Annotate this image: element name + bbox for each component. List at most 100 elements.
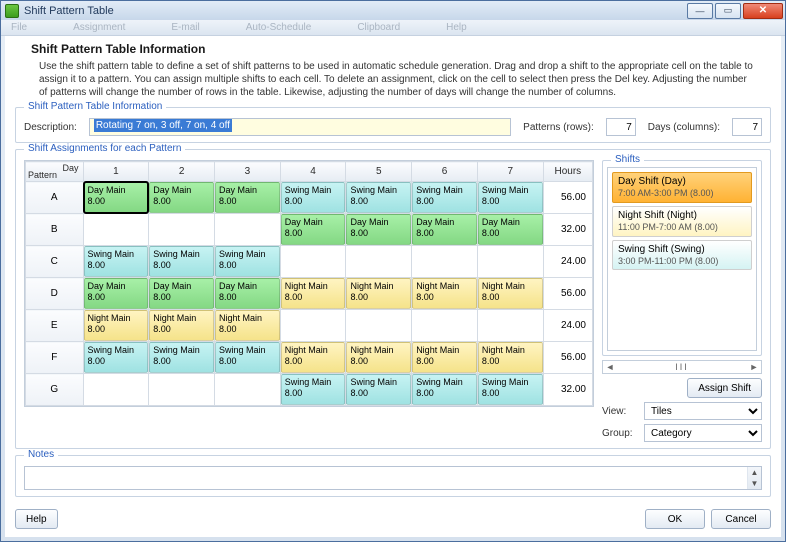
grid-cell[interactable]: Swing Main8.00 xyxy=(412,182,478,214)
shift-item-swing[interactable]: Swing Shift (Swing)3:00 PM-11:00 PM (8.0… xyxy=(612,240,752,271)
shift-block-night[interactable]: Night Main8.00 xyxy=(346,342,411,373)
grid-cell[interactable]: Night Main8.00 xyxy=(346,278,412,310)
grid-cell[interactable]: Swing Main8.00 xyxy=(412,374,478,406)
maximize-button[interactable]: ▭ xyxy=(715,3,741,19)
grid-cell[interactable] xyxy=(477,310,543,342)
scroll-right-icon[interactable]: ► xyxy=(747,362,761,372)
grid-cell[interactable] xyxy=(412,246,478,278)
row-header[interactable]: C xyxy=(26,246,84,278)
shift-block-day[interactable]: Day Main8.00 xyxy=(281,214,346,245)
grid-cell[interactable] xyxy=(149,214,215,246)
grid-cell[interactable]: Day Main8.00 xyxy=(149,182,215,214)
cancel-button[interactable]: Cancel xyxy=(711,509,771,529)
view-select[interactable]: Tiles xyxy=(644,402,762,420)
help-button[interactable]: Help xyxy=(15,509,58,529)
scroll-up-icon[interactable]: ▲ xyxy=(751,468,759,477)
grid-cell[interactable]: Swing Main8.00 xyxy=(346,374,412,406)
pattern-grid[interactable]: DayPattern1234567HoursADay Main8.00Day M… xyxy=(24,160,594,407)
shift-block-day[interactable]: Day Main8.00 xyxy=(478,214,543,245)
grid-cell[interactable]: Swing Main8.00 xyxy=(149,246,215,278)
grid-cell[interactable]: Day Main8.00 xyxy=(83,182,149,214)
shift-block-night[interactable]: Night Main8.00 xyxy=(478,342,543,373)
grid-cell[interactable] xyxy=(280,310,346,342)
shift-block-day[interactable]: Day Main8.00 xyxy=(84,182,149,213)
grid-cell[interactable] xyxy=(83,214,149,246)
col-header[interactable]: 4 xyxy=(280,162,346,182)
notes-textarea[interactable]: ▲▼ xyxy=(24,466,762,490)
shift-block-night[interactable]: Night Main8.00 xyxy=(346,278,411,309)
grid-cell[interactable]: Day Main8.00 xyxy=(214,182,280,214)
grid-cell[interactable] xyxy=(83,374,149,406)
description-input[interactable]: Rotating 7 on, 3 off, 7 on, 4 off xyxy=(89,118,511,136)
shift-block-swing[interactable]: Swing Main8.00 xyxy=(412,182,477,213)
shift-block-swing[interactable]: Swing Main8.00 xyxy=(412,374,477,405)
grid-cell[interactable]: Night Main8.00 xyxy=(477,278,543,310)
minimize-button[interactable]: — xyxy=(687,3,713,19)
row-header[interactable]: E xyxy=(26,310,84,342)
grid-cell[interactable] xyxy=(214,214,280,246)
row-header[interactable]: G xyxy=(26,374,84,406)
grid-cell[interactable]: Swing Main8.00 xyxy=(346,182,412,214)
grid-cell[interactable]: Night Main8.00 xyxy=(83,310,149,342)
grid-cell[interactable]: Swing Main8.00 xyxy=(214,246,280,278)
grid-cell[interactable] xyxy=(280,246,346,278)
days-input[interactable] xyxy=(732,118,762,136)
titlebar[interactable]: Shift Pattern Table — ▭ ✕ xyxy=(1,1,785,20)
col-header[interactable]: 7 xyxy=(477,162,543,182)
group-select[interactable]: Category xyxy=(644,424,762,442)
shift-block-day[interactable]: Day Main8.00 xyxy=(149,182,214,213)
shift-block-night[interactable]: Night Main8.00 xyxy=(215,310,280,341)
col-header[interactable]: 3 xyxy=(214,162,280,182)
shift-block-swing[interactable]: Swing Main8.00 xyxy=(215,246,280,277)
shift-block-day[interactable]: Day Main8.00 xyxy=(149,278,214,309)
grid-cell[interactable]: Day Main8.00 xyxy=(214,278,280,310)
shift-block-swing[interactable]: Swing Main8.00 xyxy=(281,182,346,213)
shift-block-day[interactable]: Day Main8.00 xyxy=(346,214,411,245)
menu-item[interactable]: Clipboard xyxy=(357,22,400,33)
grid-cell[interactable] xyxy=(477,246,543,278)
shift-block-swing[interactable]: Swing Main8.00 xyxy=(84,342,149,373)
grid-cell[interactable]: Night Main8.00 xyxy=(149,310,215,342)
menu-item[interactable]: Help xyxy=(446,22,467,33)
shift-block-day[interactable]: Day Main8.00 xyxy=(84,278,149,309)
col-header[interactable]: 2 xyxy=(149,162,215,182)
patterns-input[interactable] xyxy=(606,118,636,136)
grid-cell[interactable]: Night Main8.00 xyxy=(477,342,543,374)
grid-cell[interactable]: Swing Main8.00 xyxy=(280,182,346,214)
shift-block-swing[interactable]: Swing Main8.00 xyxy=(149,246,214,277)
assign-shift-button[interactable]: Assign Shift xyxy=(687,378,762,398)
grid-cell[interactable]: Day Main8.00 xyxy=(412,214,478,246)
grid-cell[interactable]: Night Main8.00 xyxy=(412,278,478,310)
grid-cell[interactable]: Day Main8.00 xyxy=(280,214,346,246)
grid-cell[interactable]: Night Main8.00 xyxy=(214,310,280,342)
col-header[interactable]: 6 xyxy=(412,162,478,182)
grid-cell[interactable]: Swing Main8.00 xyxy=(477,374,543,406)
shift-block-day[interactable]: Day Main8.00 xyxy=(215,182,280,213)
menu-item[interactable]: Assignment xyxy=(73,22,125,33)
shift-block-swing[interactable]: Swing Main8.00 xyxy=(346,182,411,213)
grid-cell[interactable]: Day Main8.00 xyxy=(346,214,412,246)
grid-cell[interactable] xyxy=(346,310,412,342)
shift-block-swing[interactable]: Swing Main8.00 xyxy=(478,374,543,405)
grid-cell[interactable]: Swing Main8.00 xyxy=(477,182,543,214)
ok-button[interactable]: OK xyxy=(645,509,705,529)
close-button[interactable]: ✕ xyxy=(743,3,783,19)
grid-cell[interactable]: Swing Main8.00 xyxy=(214,342,280,374)
grid-cell[interactable]: Day Main8.00 xyxy=(149,278,215,310)
shift-block-night[interactable]: Night Main8.00 xyxy=(412,278,477,309)
grid-cell[interactable] xyxy=(346,246,412,278)
grid-cell[interactable]: Swing Main8.00 xyxy=(149,342,215,374)
row-header[interactable]: D xyxy=(26,278,84,310)
shift-block-night[interactable]: Night Main8.00 xyxy=(281,342,346,373)
shift-block-night[interactable]: Night Main8.00 xyxy=(149,310,214,341)
grid-cell[interactable] xyxy=(214,374,280,406)
grid-cell[interactable]: Day Main8.00 xyxy=(477,214,543,246)
row-header[interactable]: B xyxy=(26,214,84,246)
grid-cell[interactable] xyxy=(412,310,478,342)
grid-cell[interactable]: Swing Main8.00 xyxy=(83,246,149,278)
grid-cell[interactable]: Day Main8.00 xyxy=(83,278,149,310)
menu-item[interactable]: Auto-Schedule xyxy=(246,22,312,33)
row-header[interactable]: F xyxy=(26,342,84,374)
scroll-track[interactable]: III xyxy=(617,362,747,372)
shift-block-swing[interactable]: Swing Main8.00 xyxy=(478,182,543,213)
